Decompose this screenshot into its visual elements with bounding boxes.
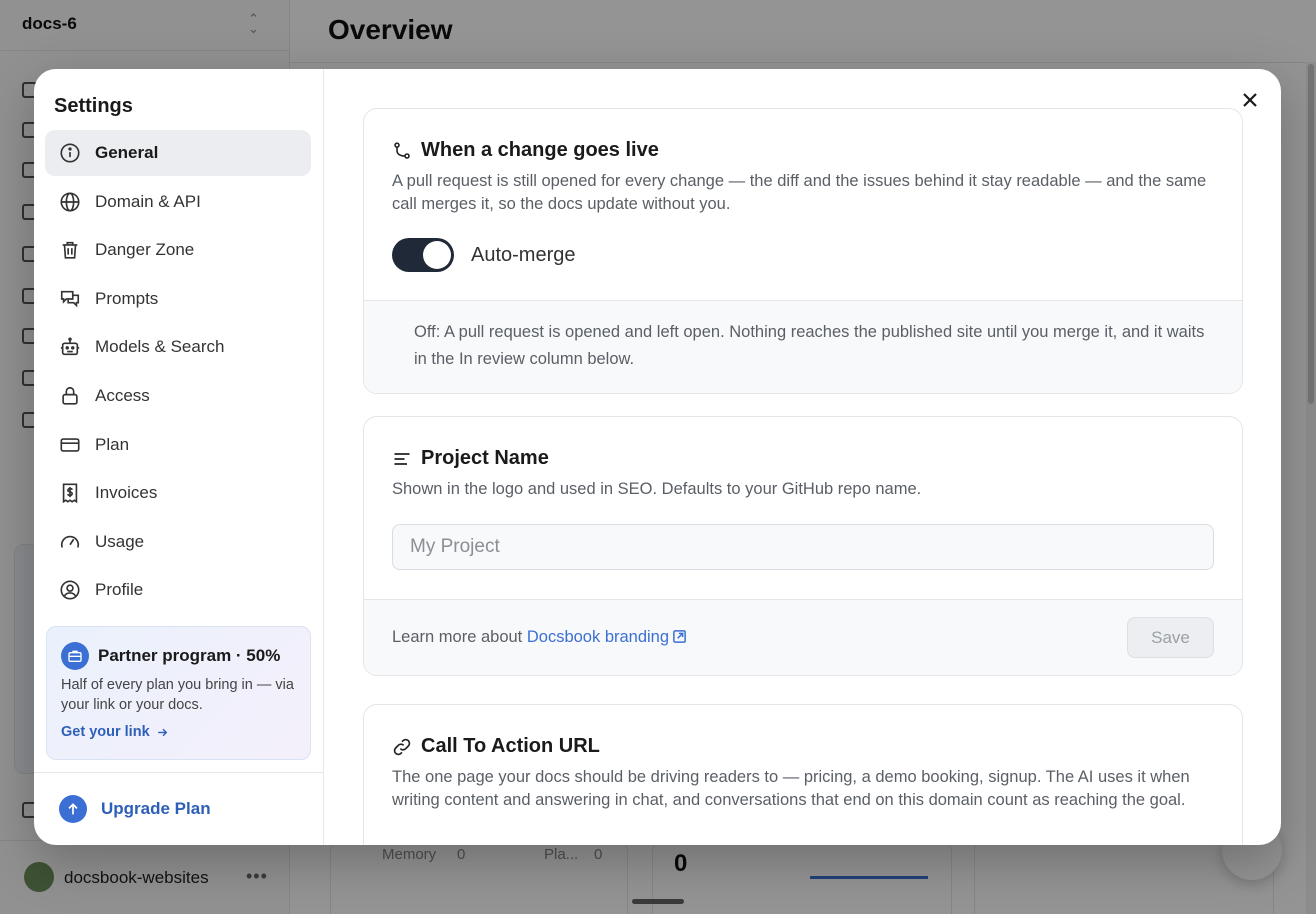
arrow-right-icon <box>157 728 167 736</box>
robot-icon <box>59 336 81 358</box>
arrow-up-icon <box>59 795 87 823</box>
settings-nav-label: Domain & API <box>95 191 201 211</box>
section-description: A pull request is still opened for every… <box>392 172 1207 213</box>
credit-card-icon <box>59 434 81 456</box>
upgrade-plan-button[interactable]: Upgrade Plan <box>34 772 324 845</box>
partner-title: Partner program · 50% <box>98 646 281 665</box>
section-title: When a change goes live <box>421 139 659 161</box>
upgrade-plan-label: Upgrade Plan <box>101 799 211 818</box>
chat-bubbles-icon <box>59 288 81 310</box>
docsbook-branding-link[interactable]: Docsbook branding <box>527 628 687 646</box>
receipt-icon <box>59 482 81 504</box>
user-circle-icon <box>59 579 81 601</box>
partner-description: Half of every plan you bring in — via yo… <box>61 677 294 713</box>
settings-nav: General Domain & API Danger Zone Prompts <box>45 130 311 616</box>
settings-nav-general[interactable]: General <box>45 130 311 176</box>
save-button[interactable]: Save <box>1127 617 1214 658</box>
git-branch-icon <box>394 141 410 159</box>
project-name-section: Project Name Shown in the logo and used … <box>363 416 1243 676</box>
settings-title: Settings <box>54 95 133 117</box>
settings-nav-danger-zone[interactable]: Danger Zone <box>45 227 311 273</box>
lock-icon <box>59 385 81 407</box>
settings-nav-label: Access <box>95 385 150 405</box>
settings-nav-usage[interactable]: Usage <box>45 519 311 565</box>
settings-nav-invoices[interactable]: Invoices <box>45 470 311 516</box>
settings-nav-label: General <box>95 143 159 162</box>
auto-merge-label: Auto-merge <box>471 243 576 266</box>
section-description: The one page your docs should be driving… <box>392 768 1190 809</box>
settings-nav-profile[interactable]: Profile <box>45 567 311 613</box>
settings-nav-domain-api[interactable]: Domain & API <box>45 179 311 225</box>
section-title: Call To Action URL <box>421 735 600 757</box>
section-description: Shown in the logo and used in SEO. Defau… <box>392 480 922 498</box>
go-live-section: When a change goes live A pull request i… <box>363 108 1243 394</box>
settings-nav-access[interactable]: Access <box>45 373 311 419</box>
link-icon <box>393 738 411 755</box>
text-align-icon <box>394 452 410 465</box>
settings-nav-label: Profile <box>95 580 144 600</box>
settings-content: When a change goes live A pull request i… <box>324 69 1281 845</box>
settings-nav-plan[interactable]: Plan <box>45 422 311 468</box>
settings-nav-label: Plan <box>95 434 130 454</box>
drag-handle[interactable] <box>632 899 684 904</box>
get-your-link-label: Get your link <box>61 724 150 740</box>
trash-icon <box>59 239 81 261</box>
cta-url-section: Call To Action URL The one page your doc… <box>363 704 1243 845</box>
settings-nav-label: Danger Zone <box>95 240 195 260</box>
briefcase-icon <box>61 642 89 670</box>
settings-modal: Settings General Domain & API Danger Zon… <box>34 69 1281 845</box>
settings-sidebar: Settings General Domain & API Danger Zon… <box>34 69 324 845</box>
external-link-icon <box>673 630 686 643</box>
get-your-link[interactable]: Get your link <box>61 724 169 740</box>
settings-nav-models-search[interactable]: Models & Search <box>45 324 311 370</box>
gauge-icon <box>59 531 81 553</box>
partner-program-card: Partner program · 50% Half of every plan… <box>46 626 311 760</box>
docsbook-branding-label: Docsbook branding <box>526 628 670 646</box>
auto-merge-toggle[interactable] <box>392 238 454 272</box>
project-name-input[interactable] <box>392 524 1214 570</box>
settings-nav-label: Usage <box>95 531 145 551</box>
settings-nav-label: Prompts <box>95 288 159 308</box>
auto-merge-off-note: Off: A pull request is opened and left o… <box>414 323 1205 368</box>
info-icon <box>59 142 81 164</box>
learn-more-text: Learn more about Docsbook branding <box>392 628 687 647</box>
settings-nav-prompts[interactable]: Prompts <box>45 276 311 322</box>
learn-more-prefix: Learn more about <box>392 628 523 646</box>
settings-nav-label: Models & Search <box>95 337 225 357</box>
section-title: Project Name <box>421 447 549 469</box>
globe-icon <box>59 191 81 213</box>
toggle-knob <box>423 241 451 269</box>
settings-nav-label: Invoices <box>95 483 158 503</box>
